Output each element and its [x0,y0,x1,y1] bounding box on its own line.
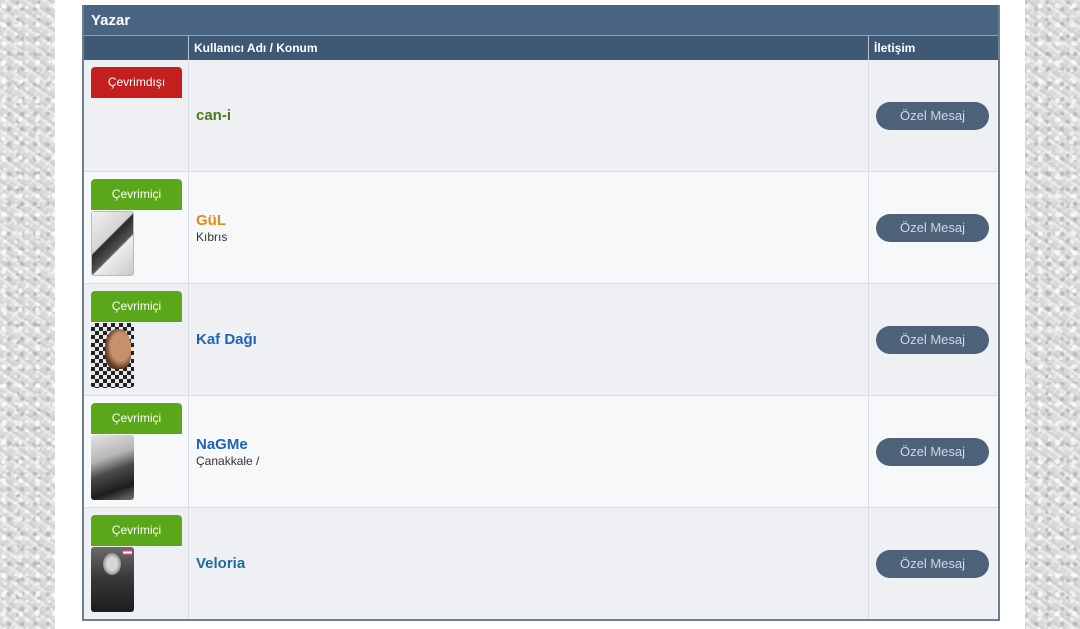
online-status-badge: Çevrimiçi [91,291,182,322]
user-info-cell: NaGMe Çanakkale / [189,396,869,507]
username-link[interactable]: can-i [196,107,868,125]
user-location: Kıbrıs [196,229,228,244]
username-link[interactable]: GüL [196,212,868,230]
contact-cell: Özel Mesaj [869,396,996,507]
avatar[interactable] [91,547,134,612]
column-header: Kullanıcı Adı / Konum İletişim [84,36,998,60]
avatar[interactable] [91,323,134,388]
panel-title: Yazar [84,5,998,36]
private-message-button[interactable]: Özel Mesaj [876,101,989,130]
user-row: Çevrimdışı can-i Özel Mesaj [84,60,998,171]
user-row: Çevrimiçi NaGMe Çanakkale / Özel Mesaj [84,395,998,507]
user-row: Çevrimiçi Kaf Dağı Özel Mesaj [84,283,998,395]
user-location: Çanakkale / [196,453,260,468]
private-message-button[interactable]: Özel Mesaj [876,213,989,242]
status-cell: Çevrimiçi [84,396,189,507]
status-cell: Çevrimdışı [84,60,189,171]
private-message-button[interactable]: Özel Mesaj [876,549,989,578]
user-info-cell: Veloria [189,508,869,619]
avatar[interactable] [91,435,134,500]
status-cell: Çevrimiçi [84,172,189,283]
private-message-button[interactable]: Özel Mesaj [876,437,989,466]
username-link[interactable]: Kaf Dağı [196,331,868,349]
user-info-cell: can-i [189,60,869,171]
column-contact: İletişim [874,41,916,55]
online-status-badge: Çevrimiçi [91,179,182,210]
contact-cell: Özel Mesaj [869,284,996,395]
online-status-badge: Çevrimiçi [91,403,182,434]
private-message-button[interactable]: Özel Mesaj [876,325,989,354]
status-cell: Çevrimiçi [84,508,189,619]
column-username-location: Kullanıcı Adı / Konum [189,36,869,60]
user-row: Çevrimiçi GüL Kıbrıs Özel Mesaj [84,171,998,283]
contact-cell: Özel Mesaj [869,60,996,171]
column-status [84,36,189,60]
online-status-badge: Çevrimiçi [91,515,182,546]
user-row: Çevrimiçi Veloria Özel Mesaj [84,507,998,619]
username-link[interactable]: Veloria [196,555,868,573]
page-container: Yazar Kullanıcı Adı / Konum İletişim Çev… [55,0,1025,629]
avatar[interactable] [91,211,134,276]
user-info-cell: Kaf Dağı [189,284,869,395]
status-cell: Çevrimiçi [84,284,189,395]
username-link[interactable]: NaGMe [196,436,868,454]
contact-cell: Özel Mesaj [869,172,996,283]
offline-status-badge: Çevrimdışı [91,67,182,98]
contact-cell: Özel Mesaj [869,508,996,619]
user-info-cell: GüL Kıbrıs [189,172,869,283]
author-panel: Yazar Kullanıcı Adı / Konum İletişim Çev… [82,5,1000,621]
